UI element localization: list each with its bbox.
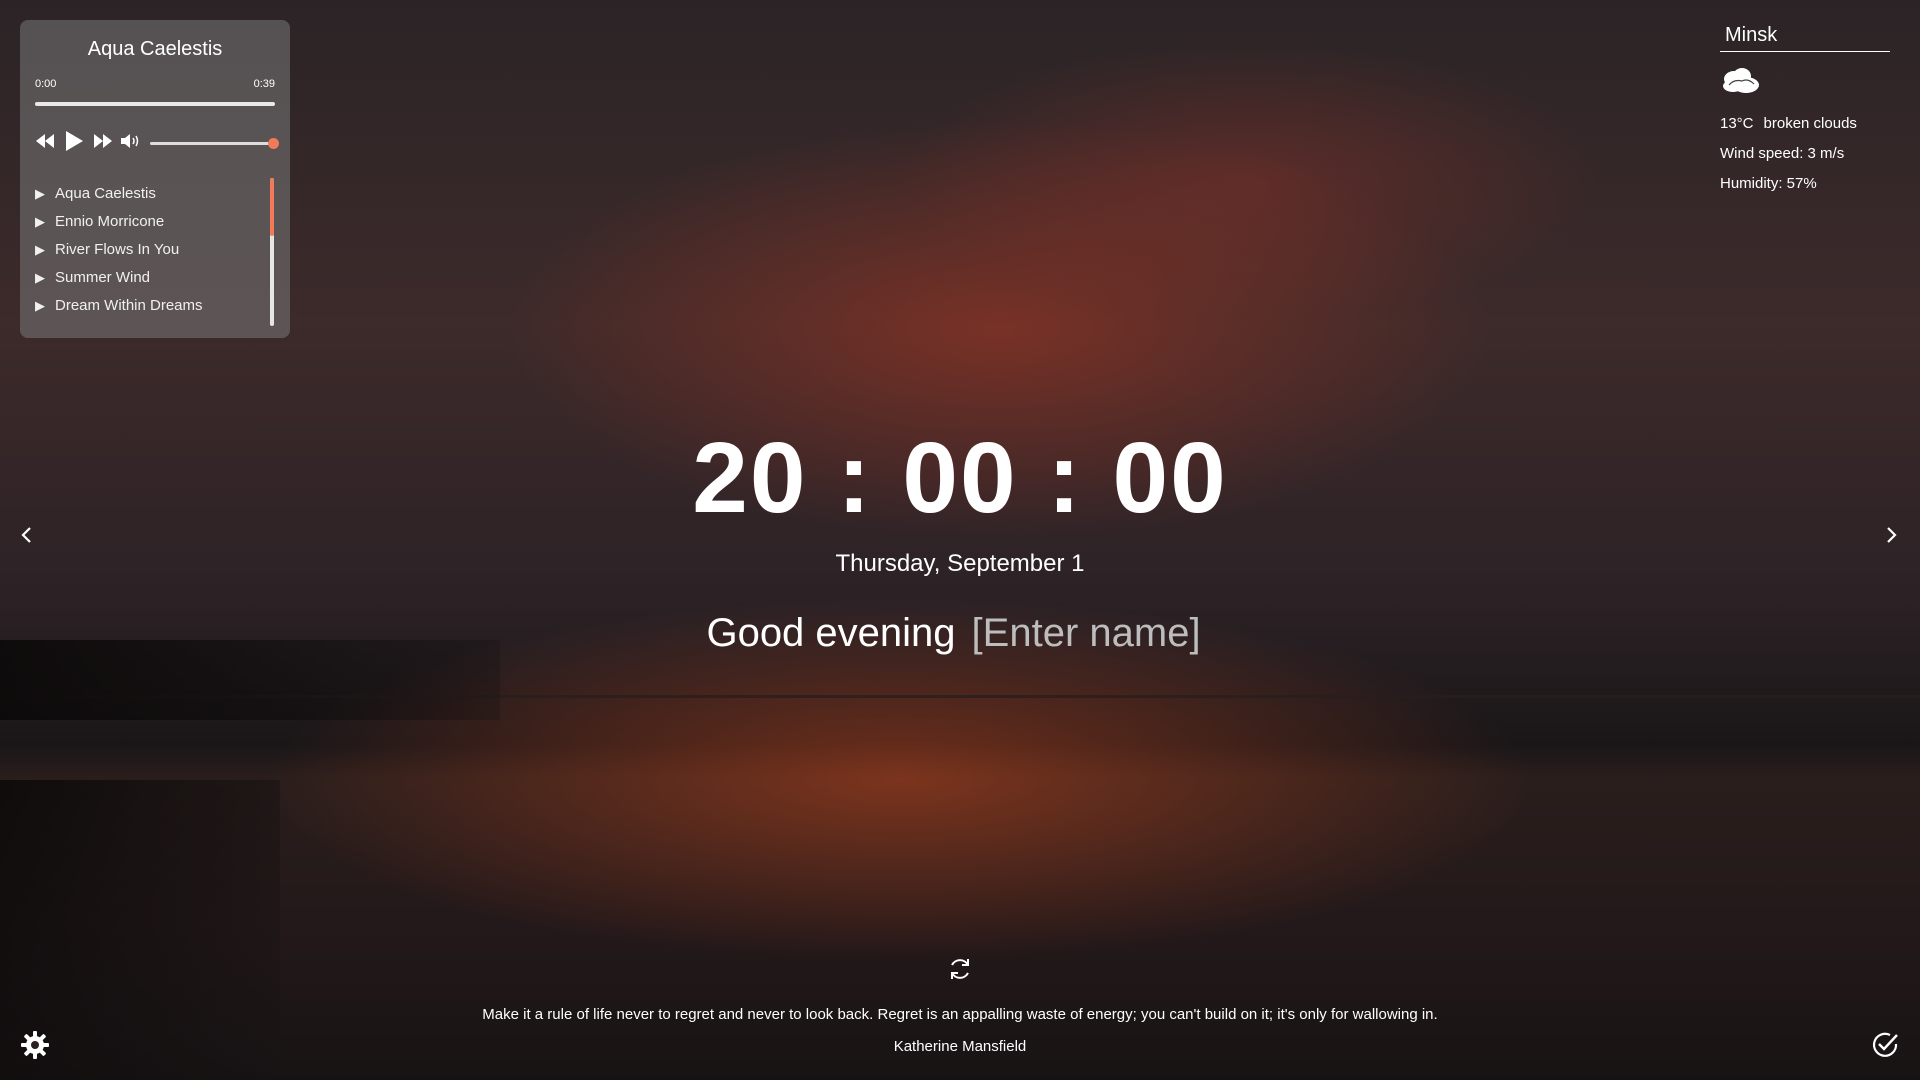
volume-knob[interactable] [268,138,279,149]
playlist-item-label: River Flows In You [55,241,180,258]
date: Thursday, September 1 [835,550,1085,577]
city-input[interactable]: Minsk [1720,20,1890,52]
playlist-item[interactable]: ▶ Dream Within Dreams [35,292,285,320]
player-duration: 0:39 [253,78,275,90]
playlist-item[interactable]: ▶ Summer Wind [35,264,285,292]
check-circle-icon[interactable] [1870,1030,1900,1065]
humidity: Humidity: 57% [1720,175,1817,192]
player-progress-bar[interactable] [35,102,275,106]
playlist-item[interactable]: ▶ Aqua Caelestis [35,180,285,208]
wind-speed: Wind speed: 3 m/s [1720,145,1845,162]
play-icon: ▶ [35,242,45,257]
gear-icon[interactable] [20,1030,50,1065]
playlist-scrollbar-thumb[interactable] [270,178,274,236]
temperature: 13°C [1720,115,1754,132]
weather-widget: Minsk 13°C broken clouds Wind speed: 3 m/… [1720,20,1890,199]
name-input[interactable] [969,610,1214,657]
playlist-scrollbar[interactable] [270,178,274,326]
play-icon: ▶ [35,214,45,229]
quote-text: Make it a rule of life never to regret a… [482,1006,1438,1023]
weather-summary: 13°C broken clouds [1720,109,1890,139]
weather-description: broken clouds [1763,115,1857,132]
playlist-item-label: Aqua Caelestis [55,185,156,202]
fast-forward-icon[interactable] [92,132,114,150]
refresh-icon[interactable] [945,954,975,989]
playlist: ▶ Aqua Caelestis ▶ Ennio Morricone ▶ River … [35,180,285,320]
playlist-item[interactable]: ▶ River Flows In You [35,236,285,264]
volume-icon[interactable] [120,132,142,150]
play-icon[interactable] [64,130,84,152]
playlist-item[interactable]: ▶ Ennio Morricone [35,208,285,236]
playlist-item-label: Summer Wind [55,269,151,286]
greeting: Good evening [706,611,956,655]
clock: 20 : 00 : 00 [692,422,1228,534]
playlist-item-label: Dream Within Dreams [55,297,203,314]
play-icon: ▶ [35,270,45,285]
audio-player: Aqua Caelestis 0:00 0:39 ▶ Aqua Caelestis… [20,20,290,338]
play-icon: ▶ [35,186,45,201]
quote-author: Katherine Mansfield [893,1038,1027,1055]
playlist-item-label: Ennio Morricone [55,213,165,230]
volume-slider[interactable] [150,138,279,149]
player-track-title: Aqua Caelestis [87,38,223,60]
play-icon: ▶ [35,298,45,313]
player-current-time: 0:00 [35,78,57,90]
greeting-row: Good evening [0,605,1920,661]
rewind-icon[interactable] [34,132,56,150]
broken-clouds-icon [1720,66,1890,101]
